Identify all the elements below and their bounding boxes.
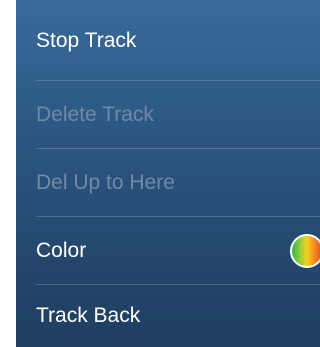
color-item[interactable]: Color	[16, 217, 320, 285]
stop-track-item[interactable]: Stop Track	[16, 0, 320, 81]
track-context-menu: Stop Track Delete Track Del Up to Here C…	[16, 0, 320, 347]
delete-track-item: Delete Track	[16, 81, 320, 149]
del-up-to-here-label: Del Up to Here	[36, 171, 175, 194]
delete-track-label: Delete Track	[36, 103, 154, 126]
track-back-item[interactable]: Track Back	[16, 285, 320, 347]
del-up-to-here-item: Del Up to Here	[16, 149, 320, 217]
track-back-label: Track Back	[36, 304, 141, 327]
stop-track-label: Stop Track	[36, 28, 137, 52]
color-label: Color	[36, 239, 87, 262]
color-swatch-icon[interactable]	[290, 234, 320, 268]
